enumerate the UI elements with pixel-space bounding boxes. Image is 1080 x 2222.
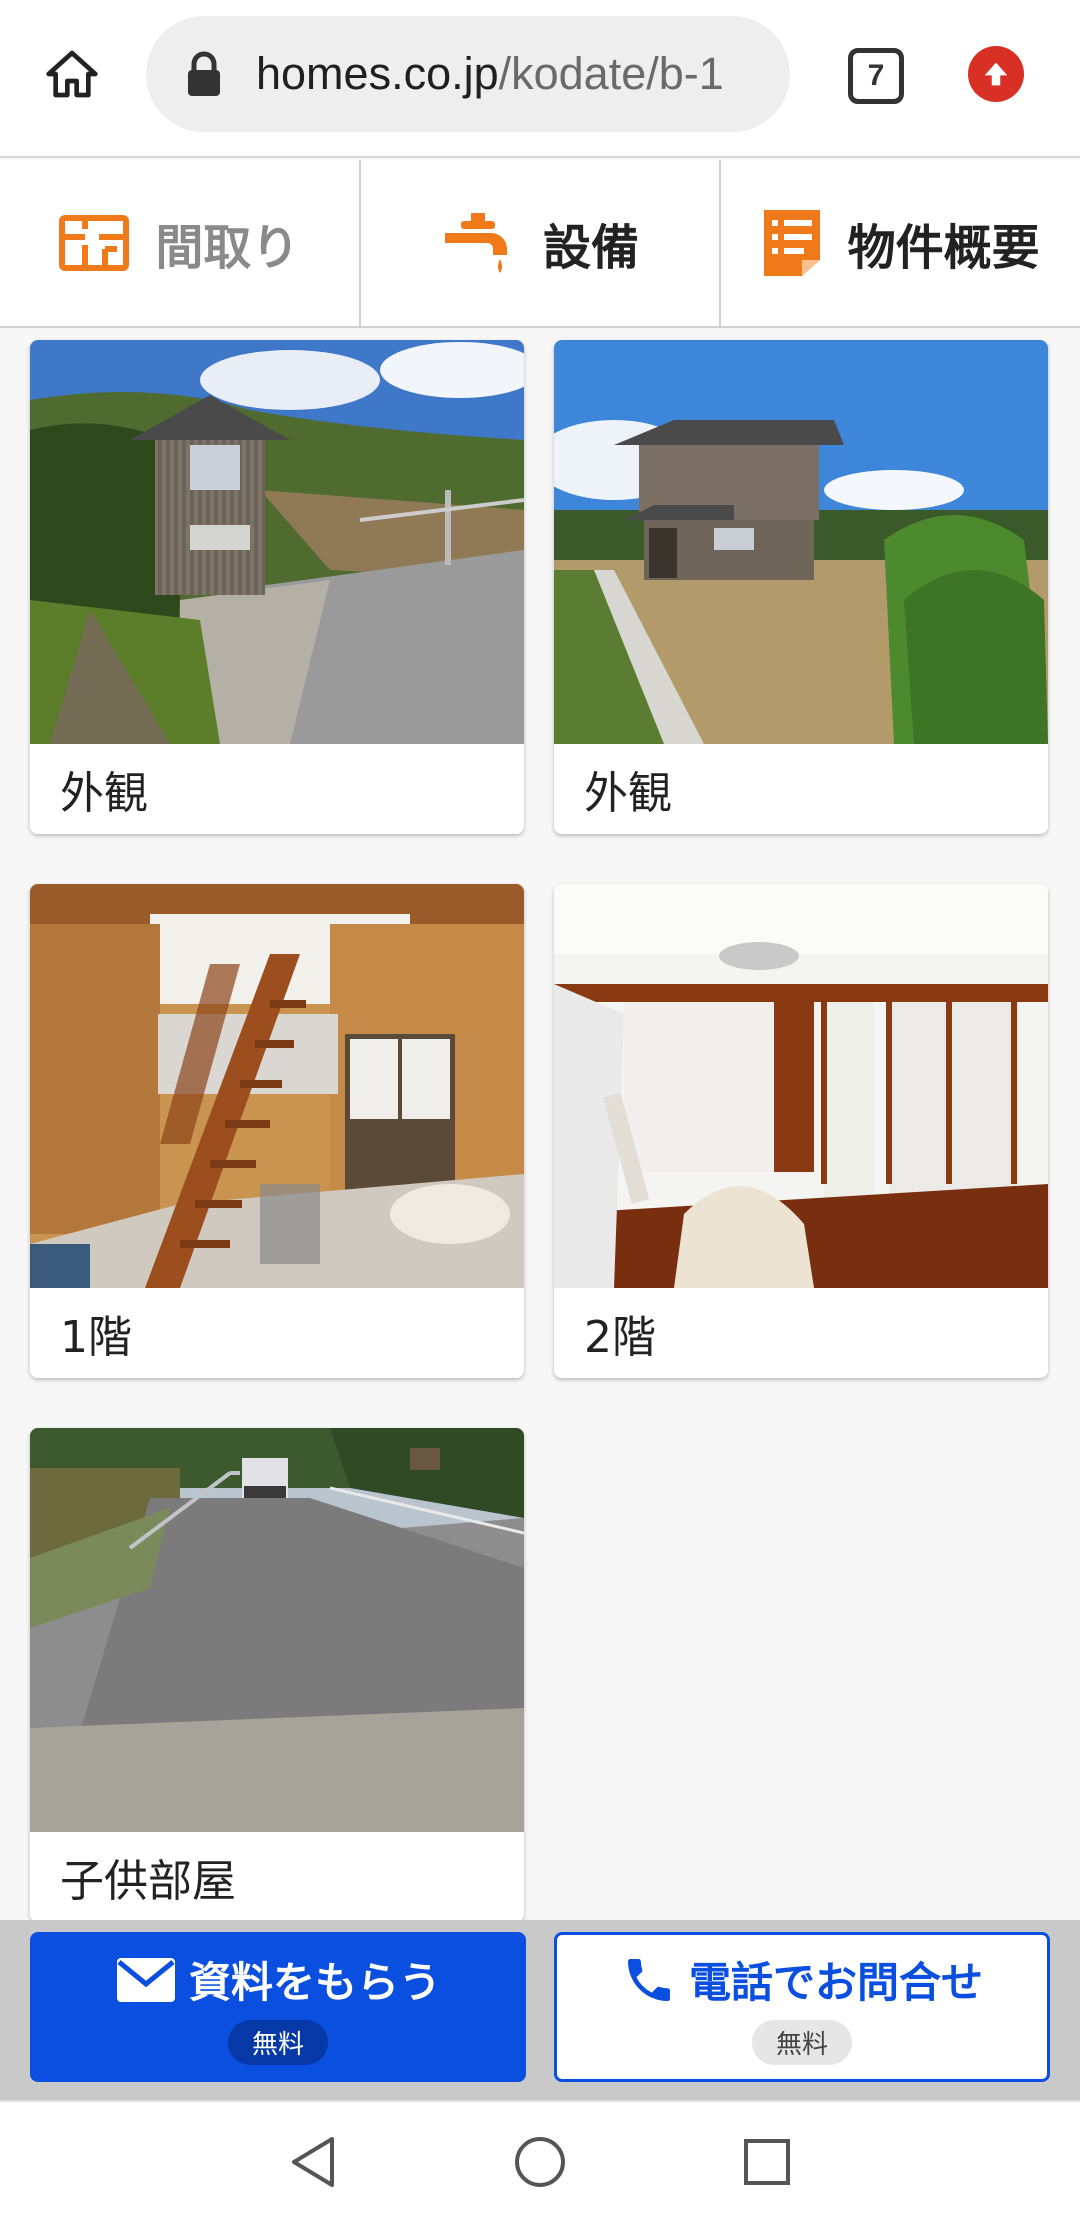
browser-toolbar: homes.co.jp/kodate/b-1 7 [0,0,1080,158]
photo-card[interactable]: 1階 [30,884,524,1378]
request-documents-label: 資料をもらう [188,1958,441,2007]
free-badge: 無料 [751,2020,852,2065]
request-documents-button[interactable]: 資料をもらう 無料 [30,1932,526,2082]
photo-caption: 外観 [30,744,524,834]
phone-icon [627,1958,670,2001]
section-nav: 間取り 設備 物件概要 [0,160,1080,328]
photo-caption: 子供部屋 [30,1832,524,1922]
recents-icon[interactable] [727,2122,807,2202]
tab-floorplan-label: 間取り [155,220,300,276]
phone-inquiry-label: 電話でお問合せ [688,1958,983,2007]
document-list-icon [763,210,820,276]
photo-caption: 外観 [554,744,1048,834]
home-circle-icon[interactable] [500,2122,580,2202]
exterior-photo [30,340,524,744]
url-text: homes.co.jp/kodate/b-1 [256,48,724,100]
second-floor-photo [554,884,1048,1288]
tab-floorplan[interactable]: 間取り [0,160,361,326]
photo-caption: 2階 [554,1288,1048,1378]
phone-inquiry-button[interactable]: 電話でお問合せ 無料 [554,1932,1050,2082]
photo-card[interactable]: 子供部屋 [30,1428,524,1922]
tab-count: 7 [867,59,885,92]
photo-card[interactable]: 2階 [554,884,1048,1378]
update-icon[interactable] [968,46,1024,102]
tab-switcher-button[interactable]: 7 [848,48,904,104]
floorplan-icon [59,215,130,271]
photo-caption: 1階 [30,1288,524,1378]
url-path: /kodate/b-1 [498,48,724,99]
tab-property-overview[interactable]: 物件概要 [721,160,1080,326]
home-icon[interactable] [36,38,108,110]
tab-equipment[interactable]: 設備 [361,160,722,326]
photo-card[interactable]: 外観 [30,340,524,834]
back-icon[interactable] [273,2122,353,2202]
childrens-room-photo [30,1428,524,1832]
faucet-icon [445,213,507,273]
url-host: homes.co.jp [256,48,499,99]
system-nav-bar [0,2100,1080,2222]
tab-equipment-label: 設備 [543,220,640,276]
first-floor-photo [30,884,524,1288]
exterior-photo [554,340,1048,744]
tab-property-overview-label: 物件概要 [847,220,1040,276]
address-bar[interactable]: homes.co.jp/kodate/b-1 [146,16,790,132]
cta-bar: 資料をもらう 無料 電話でお問合せ 無料 [0,1920,1080,2100]
envelope-icon [116,1957,175,2002]
photo-card[interactable]: 外観 [554,340,1048,834]
free-badge: 無料 [227,2020,328,2065]
lock-icon [188,51,220,96]
